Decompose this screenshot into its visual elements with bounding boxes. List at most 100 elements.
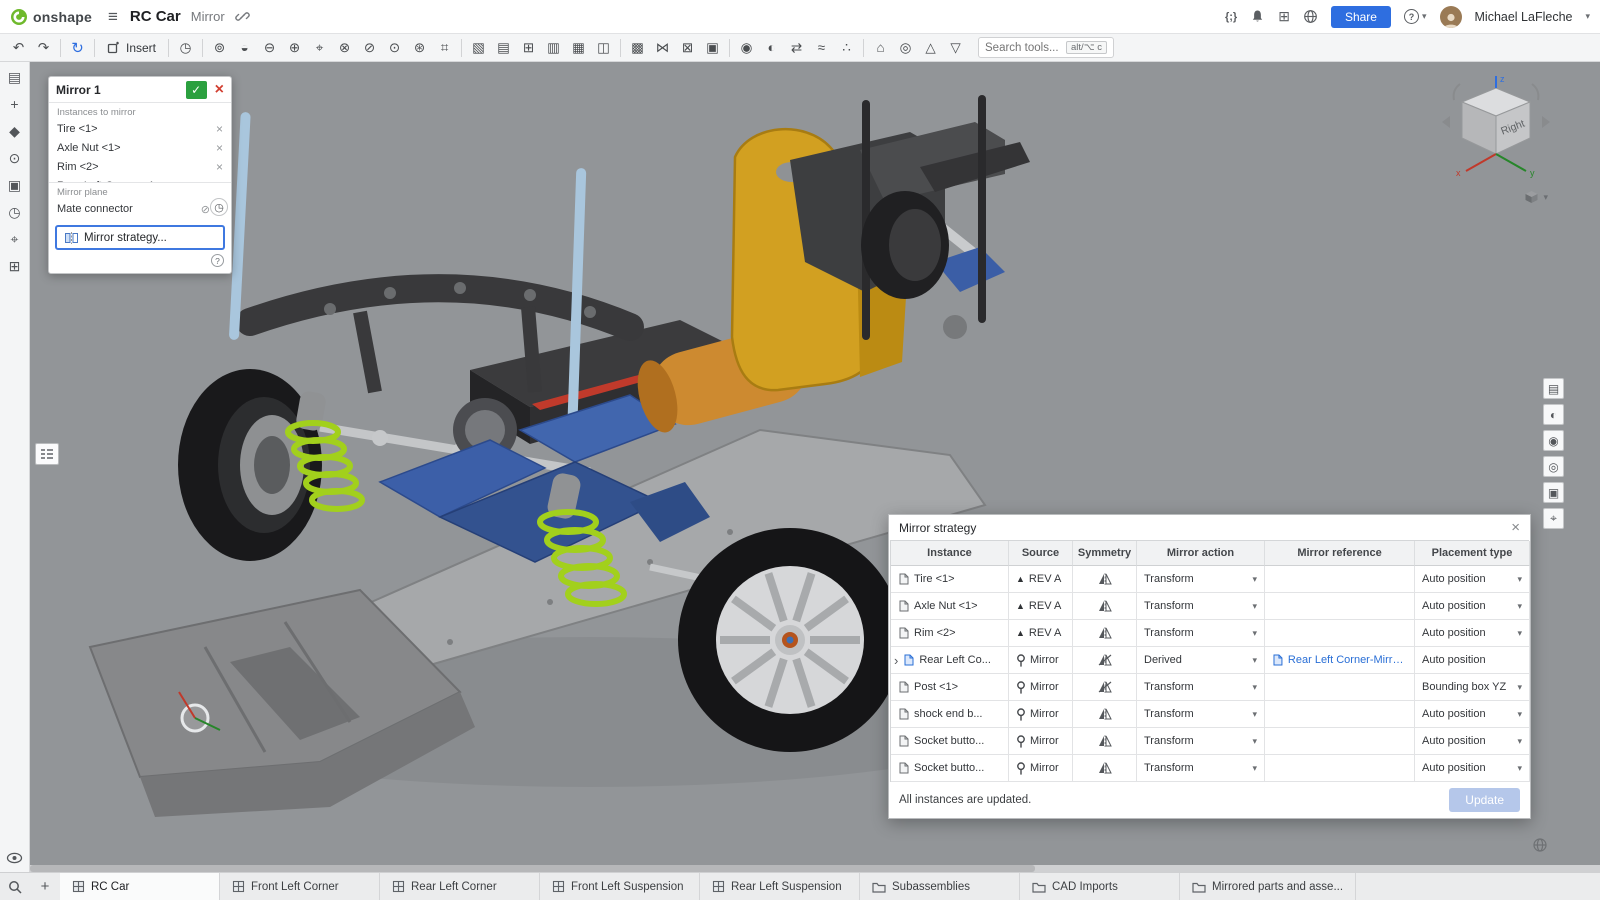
placement-type-select[interactable]: Auto position ▾ [1415, 620, 1530, 647]
symmetry-cell[interactable] [1073, 593, 1137, 620]
assembly-tree-toggle[interactable] [35, 443, 59, 465]
revolute-mate-icon[interactable]: ⊖ [257, 36, 282, 60]
mirror-action-select[interactable]: Transform ▾ [1137, 674, 1265, 701]
linear-pattern-icon[interactable]: ⊞ [516, 36, 541, 60]
tab-rc-car[interactable]: RC Car [60, 873, 220, 900]
comments-icon[interactable]: ⊙ [9, 151, 21, 165]
properties-panel-icon[interactable]: ⊞ [9, 259, 21, 273]
symmetry-cell[interactable] [1073, 647, 1137, 674]
user-name[interactable]: Michael LaFleche [1475, 10, 1573, 24]
3d-viewport[interactable]: Right z x y ▾ ▤ ◐ ◉ ◎ ▣ ⌖ [30, 62, 1600, 872]
insert-panel-icon[interactable]: + [10, 97, 18, 111]
insert-button[interactable]: Insert [99, 36, 164, 60]
circular-pattern-icon[interactable]: ▥ [541, 36, 566, 60]
interference-check-icon[interactable]: ⋈ [650, 36, 675, 60]
share-button[interactable]: Share [1331, 6, 1391, 28]
compare-icon[interactable]: ⇄ [784, 36, 809, 60]
named-views-panel-icon[interactable]: ▣ [1543, 482, 1564, 503]
exploded-view-icon[interactable]: ⊠ [675, 36, 700, 60]
undo-icon[interactable]: ↶ [6, 36, 31, 60]
update-button[interactable]: Update [1449, 788, 1520, 812]
instance-item[interactable]: Axle Nut <1> × [49, 138, 231, 157]
mirror-plane-field[interactable]: Mate connector ⊘ × [49, 199, 231, 219]
scrollbar-thumb[interactable] [30, 865, 1035, 872]
tab-rear-left-suspension[interactable]: Rear Left Suspension [700, 873, 860, 900]
remove-instance-icon[interactable]: × [216, 122, 223, 136]
avatar[interactable] [1440, 6, 1462, 28]
mirror-action-select[interactable]: Transform ▾ [1137, 566, 1265, 593]
apps-grid-icon[interactable]: ⊞ [1278, 8, 1290, 25]
mirror-reference-link[interactable]: Rear Left Corner-Mirro... [1288, 654, 1407, 666]
parallel-mate-icon[interactable]: ⊛ [407, 36, 432, 60]
symmetry-cell[interactable] [1073, 701, 1137, 728]
user-menu-caret-icon[interactable]: ▾ [1585, 11, 1590, 22]
fastened-mate-icon[interactable]: ◒ [232, 36, 257, 60]
measure-panel-icon[interactable]: ⌖ [11, 232, 19, 246]
help-menu[interactable]: ? ▾ [1404, 9, 1427, 24]
instance-item[interactable]: Rear Left Corner <1> × [49, 176, 231, 183]
onshape-logo[interactable]: onshape [10, 8, 92, 26]
display-states-panel-icon[interactable]: ◉ [1543, 430, 1564, 451]
named-positions-icon[interactable]: ▣ [700, 36, 725, 60]
measure-panel-icon[interactable]: ⌖ [1543, 508, 1564, 529]
cylindrical-mate-icon[interactable]: ⊗ [332, 36, 357, 60]
bill-of-materials-icon[interactable]: ▩ [625, 36, 650, 60]
appearance-icon[interactable]: ◐ [759, 36, 784, 60]
mirror-strategy-button[interactable]: Mirror strategy... [55, 225, 225, 250]
tab-front-left-suspension[interactable]: Front Left Suspension [540, 873, 700, 900]
mirror-action-select[interactable]: Transform ▾ [1137, 620, 1265, 647]
history-panel-icon[interactable]: ◷ [8, 205, 20, 219]
mirror-action-select[interactable]: Derived ▾ [1137, 647, 1265, 674]
custom-tables-icon[interactable]: ▣ [8, 178, 21, 192]
mirror-action-select[interactable]: Transform ▾ [1137, 755, 1265, 782]
redo-icon[interactable]: ↷ [31, 36, 56, 60]
replicate-icon[interactable]: ◫ [591, 36, 616, 60]
display-states-icon[interactable]: ◉ [734, 36, 759, 60]
placement-type-select[interactable]: Auto position ▾ [1415, 755, 1530, 782]
placement-type-select[interactable]: Auto position ▾ [1415, 701, 1530, 728]
dialog-help-icon[interactable]: ? [211, 254, 224, 267]
symmetry-cell[interactable] [1073, 755, 1137, 782]
cancel-button[interactable]: × [215, 82, 224, 98]
placement-type-select[interactable]: Auto position ▾ [1415, 728, 1530, 755]
search-tabs-icon[interactable] [0, 873, 30, 900]
globe-icon[interactable] [1303, 9, 1318, 24]
mirror-action-select[interactable]: Transform ▾ [1137, 728, 1265, 755]
view-cube[interactable]: Right z x y [1438, 72, 1554, 190]
update-sync-icon[interactable]: ↻ [65, 36, 90, 60]
placement-type-select[interactable]: Auto position ▾ [1415, 593, 1530, 620]
tab-mirrored-parts[interactable]: Mirrored parts and asse... [1180, 873, 1356, 900]
symmetry-cell[interactable] [1073, 728, 1137, 755]
featurescript-icon[interactable]: {;} [1225, 11, 1237, 23]
placement-type-select[interactable]: Bounding box YZ ▾ [1415, 674, 1530, 701]
configurations-panel-icon[interactable]: ▤ [1543, 378, 1564, 399]
group-icon[interactable]: ▧ [466, 36, 491, 60]
panel-close-icon[interactable]: × [1511, 520, 1520, 535]
disable-icon[interactable]: ⊘ [201, 203, 210, 216]
remove-instance-icon[interactable]: × [216, 141, 223, 155]
appearance-panel-icon[interactable]: ◐ [1543, 404, 1564, 425]
symmetry-cell[interactable] [1073, 566, 1137, 593]
tab-rear-left-corner[interactable]: Rear Left Corner [380, 873, 540, 900]
tab-cad-imports[interactable]: CAD Imports [1020, 873, 1180, 900]
view-options-menu[interactable]: ▾ [1524, 190, 1548, 204]
expand-row-icon[interactable]: › [894, 653, 898, 668]
remove-instance-icon[interactable]: × [216, 160, 223, 174]
frame-analysis-icon[interactable]: ∴ [834, 36, 859, 60]
feature-pattern-icon[interactable]: ▦ [566, 36, 591, 60]
placement-type-select[interactable]: Auto position ▾ [1415, 566, 1530, 593]
ball-mate-icon[interactable]: ⊙ [382, 36, 407, 60]
planar-mate-icon[interactable]: ⌖ [307, 36, 332, 60]
section-view-icon[interactable]: ◎ [893, 36, 918, 60]
mass-properties-icon[interactable]: ▽ [943, 36, 968, 60]
tangent-mate-icon[interactable]: ⌗ [432, 36, 457, 60]
notifications-bell-icon[interactable] [1250, 9, 1265, 24]
accept-button[interactable]: ✓ [186, 81, 207, 99]
new-tab-icon[interactable]: + [30, 873, 60, 900]
instance-item[interactable]: Tire <1> × [49, 119, 231, 138]
mirror-action-select[interactable]: Transform ▾ [1137, 593, 1265, 620]
tab-front-left-corner[interactable]: Front Left Corner [220, 873, 380, 900]
mirror-action-select[interactable]: Transform ▾ [1137, 701, 1265, 728]
section-view-panel-icon[interactable]: ◎ [1543, 456, 1564, 477]
share-link-icon[interactable] [235, 9, 250, 24]
